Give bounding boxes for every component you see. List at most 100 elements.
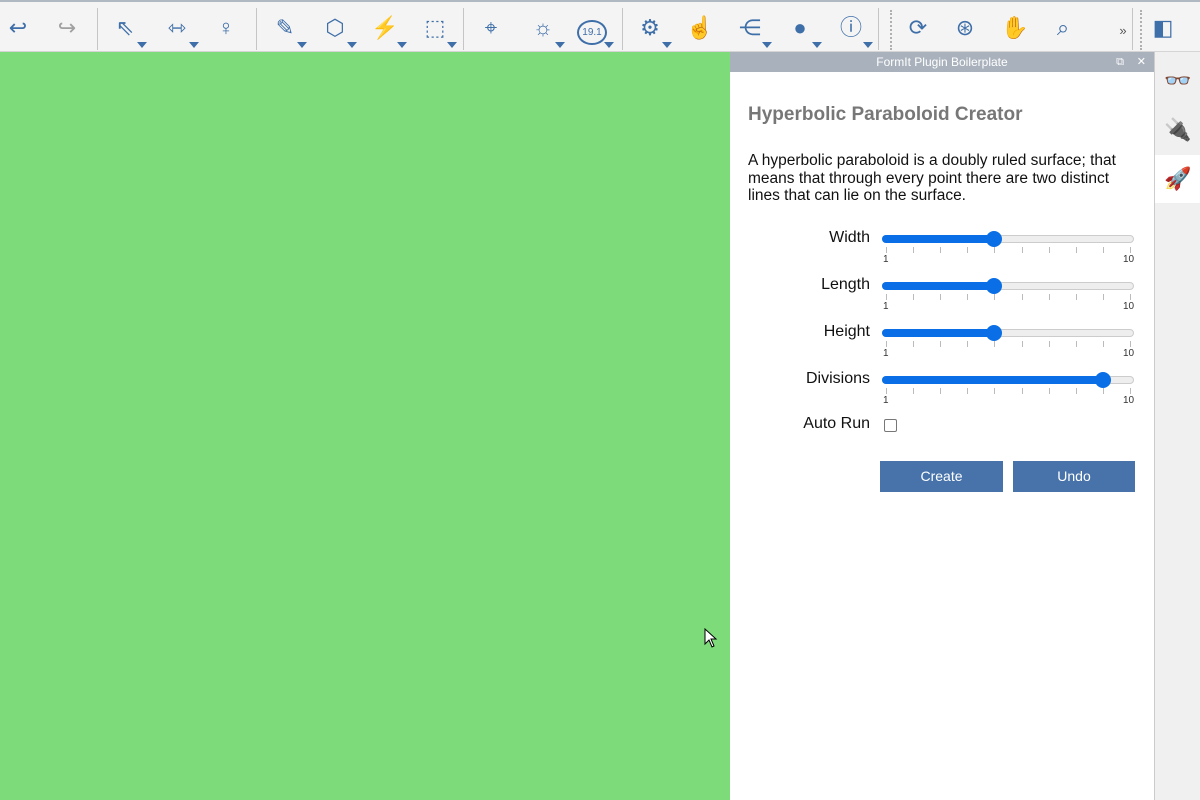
slider-tick — [967, 247, 969, 253]
chevron-down-icon[interactable] — [555, 42, 565, 48]
gesture-icon[interactable]: ☝ — [682, 10, 718, 46]
slider-min-label: 1 — [883, 348, 889, 359]
slider-thumb[interactable] — [986, 325, 1003, 341]
slider-tick — [886, 341, 887, 347]
slider-row-length: Length 1 10 — [730, 276, 1154, 316]
chevron-down-icon[interactable] — [662, 42, 672, 48]
more-icon[interactable]: » — [1105, 10, 1141, 46]
undo-glyph: ↩ — [8, 15, 28, 40]
slider-tick — [1075, 294, 1077, 300]
slider-tick — [913, 294, 915, 300]
slider-tick — [940, 388, 942, 394]
more-glyph: » — [1119, 23, 1127, 38]
sketch-icon[interactable]: ✎ — [267, 10, 307, 48]
zoom-icon[interactable]: ⌕ — [1045, 10, 1081, 46]
sketch-glyph: ✎ — [275, 15, 295, 40]
slider-thumb[interactable] — [1094, 372, 1111, 388]
version-icon[interactable]: 19.1 — [574, 10, 614, 48]
extrude-icon[interactable]: ⚡ — [367, 10, 407, 48]
slider-tick — [967, 388, 969, 394]
slider-thumb[interactable] — [986, 231, 1003, 247]
slider-tick — [886, 247, 887, 253]
chevron-down-icon[interactable] — [297, 42, 307, 48]
chevron-down-icon[interactable] — [447, 42, 457, 48]
location-icon[interactable]: ⌖ — [473, 10, 509, 46]
measure-icon[interactable]: ⇿ — [159, 10, 199, 48]
orbit-icon[interactable]: ⟳ — [900, 10, 936, 46]
slider-tick — [940, 294, 942, 300]
slider-max-label: 10 — [1123, 348, 1135, 359]
mouse-cursor-icon — [704, 628, 718, 648]
auto-run-checkbox[interactable] — [884, 419, 897, 432]
sun-icon[interactable]: ☼ — [525, 10, 565, 48]
slider-tick — [1048, 341, 1050, 347]
slider-tick — [1021, 341, 1023, 347]
glasses-icon[interactable]: 👓 — [1155, 57, 1200, 105]
user-icon[interactable]: ● — [782, 10, 822, 48]
slider-tick — [886, 294, 887, 300]
panel-title-bar: FormIt Plugin Boilerplate ⧉ ✕ — [730, 52, 1154, 72]
slider-min-label: 1 — [883, 254, 889, 265]
pan-icon[interactable]: ✋ — [997, 10, 1033, 46]
settings-icon[interactable]: ⚙ — [632, 10, 672, 48]
settings-glyph: ⚙ — [640, 15, 660, 40]
look-icon[interactable]: ⊛ — [947, 10, 983, 46]
view-icon[interactable]: ◧ — [1145, 10, 1181, 46]
info-glyph: ⓘ — [839, 15, 862, 40]
description: A hyperbolic paraboloid is a doubly rule… — [748, 152, 1116, 204]
auto-run-label: Auto Run — [803, 415, 870, 432]
probe-icon[interactable]: ♀ — [208, 10, 244, 46]
plugin-panel: FormIt Plugin Boilerplate ⧉ ✕ Hyperbolic… — [730, 52, 1154, 800]
share-glyph: ⋲ — [739, 15, 761, 40]
chevron-down-icon[interactable] — [762, 42, 772, 48]
toolbar-divider — [463, 8, 464, 50]
chevron-down-icon[interactable] — [137, 42, 147, 48]
group-icon[interactable]: ⬚ — [417, 10, 457, 48]
slider-thumb[interactable] — [986, 278, 1003, 294]
slider-tick — [1102, 388, 1104, 394]
slider-tick — [1048, 388, 1050, 394]
extrude-glyph: ⚡ — [371, 15, 399, 40]
undo-icon[interactable]: ↩ — [0, 10, 36, 46]
redo-icon[interactable]: ↪ — [49, 10, 85, 46]
user-glyph: ● — [793, 15, 807, 40]
slider-tick — [967, 341, 969, 347]
restore-icon[interactable]: ⧉ — [1116, 52, 1124, 72]
slider-tick — [940, 341, 942, 347]
plugin-icon[interactable]: 🔌 — [1155, 106, 1200, 154]
chevron-down-icon[interactable] — [189, 42, 199, 48]
main-toolbar: ↩ ↪ ⇖ ⇿ ♀ ✎ ⬡ ⚡ ⬚ ⌖ ☼ 19.1 ⚙ ☝ ⋲ ● ⓘ ⟳ ⊛ ✋ ⌕ » ◧ — [0, 0, 1200, 52]
undo-button[interactable]: Undo — [1013, 461, 1135, 492]
chevron-down-icon[interactable] — [604, 42, 614, 48]
chevron-down-icon[interactable] — [812, 42, 822, 48]
slider-tick — [940, 247, 942, 253]
share-icon[interactable]: ⋲ — [732, 10, 772, 48]
version-glyph: 19.1 — [577, 20, 607, 45]
cube-icon[interactable]: ⬡ — [317, 10, 357, 48]
side-tab-strip: 👓 🔌 🚀 — [1154, 52, 1200, 800]
slider-tick — [1075, 388, 1077, 394]
slider-tick — [994, 247, 996, 253]
look-glyph: ⊛ — [955, 15, 975, 40]
slider-tick — [1075, 247, 1077, 253]
rocket-icon[interactable]: 🚀 — [1155, 155, 1200, 203]
close-icon[interactable]: ✕ — [1137, 52, 1146, 72]
slider-min-label: 1 — [883, 301, 889, 312]
slider-tick — [1021, 294, 1023, 300]
select-icon[interactable]: ⇖ — [107, 10, 147, 48]
toolbar-divider — [1132, 8, 1133, 50]
location-glyph: ⌖ — [484, 15, 498, 40]
slider-tick — [994, 341, 996, 347]
chevron-down-icon[interactable] — [863, 42, 873, 48]
slider-min-label: 1 — [883, 395, 889, 406]
gesture-glyph: ☝ — [686, 15, 714, 40]
slider-tick — [994, 294, 996, 300]
info-icon[interactable]: ⓘ — [833, 10, 873, 48]
3d-viewport[interactable] — [0, 52, 730, 800]
chevron-down-icon[interactable] — [397, 42, 407, 48]
redo-glyph: ↪ — [57, 15, 77, 40]
create-button[interactable]: Create — [880, 461, 1003, 492]
slider-tick — [1102, 247, 1104, 253]
slider-label: Width — [829, 229, 870, 246]
chevron-down-icon[interactable] — [347, 42, 357, 48]
